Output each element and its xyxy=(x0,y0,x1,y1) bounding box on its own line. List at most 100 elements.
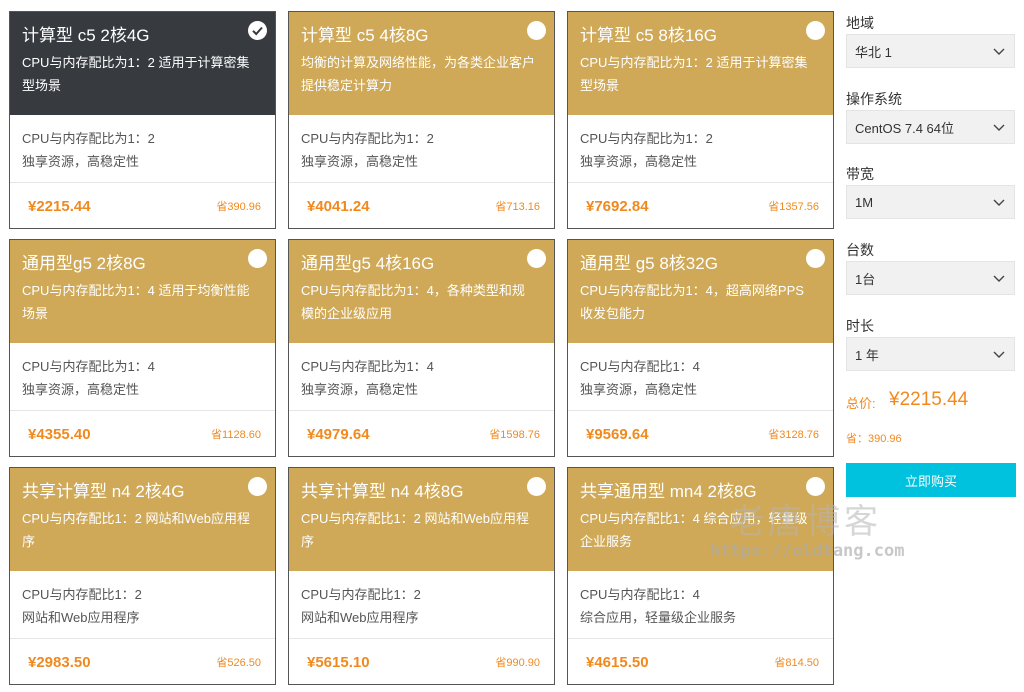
chevron-down-icon xyxy=(993,199,1005,206)
bandwidth-select[interactable]: 1M xyxy=(846,185,1015,219)
instance-card-g5-8c32g[interactable]: 通用型 g5 8核32G CPU与内存配比为1：4，超高网络PPS收发包能力 C… xyxy=(567,239,834,457)
card-saving: 省1598.76 xyxy=(489,429,540,441)
instance-card-c5-8c16g[interactable]: 计算型 c5 8核16G CPU与内存配比为1：2 适用于计算密集型场景 CPU… xyxy=(567,11,834,229)
instance-card-c5-4c8g[interactable]: 计算型 c5 4核8G 均衡的计算及网络性能，为各类企业客户提供稳定计算力 CP… xyxy=(288,11,555,229)
card-description: CPU与内存配比1：2 网站和Web应用程序 xyxy=(301,511,530,549)
os-value: CentOS 7.4 64位 xyxy=(855,120,954,136)
card-header: 计算型 c5 4核8G 均衡的计算及网络性能，为各类企业客户提供稳定计算力 xyxy=(289,12,554,115)
card-saving: 省814.50 xyxy=(774,657,819,669)
total-saving: 省：390.96 xyxy=(846,433,902,445)
card-title: 通用型g5 4核16G xyxy=(301,254,435,273)
card-footer: ¥7692.84 省1357.56 xyxy=(568,183,833,228)
instance-card-g5-2c8g[interactable]: 通用型g5 2核8G CPU与内存配比为1：4 适用于均衡性能场景 CPU与内存… xyxy=(9,239,276,457)
card-header: 共享计算型 n4 2核4G CPU与内存配比1：2 网站和Web应用程序 xyxy=(10,468,275,571)
bandwidth-label: 带宽 xyxy=(846,166,874,182)
card-spec-feature: 综合应用，轻量级企业服务 xyxy=(580,610,737,625)
card-header: 共享通用型 mn4 2核8G CPU与内存配比1：4 综合应用，轻量级企业服务 xyxy=(568,468,833,571)
circle-icon[interactable] xyxy=(527,477,546,496)
card-spec-ratio: CPU与内存配比为1：2 xyxy=(22,131,155,146)
card-specs: CPU与内存配比为1：4 独享资源，高稳定性 xyxy=(289,343,554,411)
card-description: CPU与内存配比1：4 综合应用，轻量级企业服务 xyxy=(580,511,808,549)
instance-card-g5-4c16g[interactable]: 通用型g5 4核16G CPU与内存配比为1：4，各种类型和规模的企业级应用 C… xyxy=(288,239,555,457)
card-spec-ratio: CPU与内存配比为1：2 xyxy=(580,131,713,146)
card-specs: CPU与内存配比为1：2 独享资源，高稳定性 xyxy=(289,115,554,183)
circle-icon[interactable] xyxy=(806,249,825,268)
card-footer: ¥2215.44 省390.96 xyxy=(10,183,275,228)
quantity-label: 台数 xyxy=(846,242,874,258)
card-footer: ¥5615.10 省990.90 xyxy=(289,639,554,684)
card-description: CPU与内存配比为1：4 适用于均衡性能场景 xyxy=(22,283,250,321)
card-spec-feature: 独享资源，高稳定性 xyxy=(22,382,140,397)
region-select[interactable]: 华北 1 xyxy=(846,34,1015,68)
check-circle-icon[interactable] xyxy=(248,21,267,40)
card-specs: CPU与内存配比为1：2 独享资源，高稳定性 xyxy=(568,115,833,183)
quantity-select[interactable]: 1台 xyxy=(846,261,1015,295)
card-price: ¥4979.64 xyxy=(307,425,370,443)
card-specs: CPU与内存配比为1：2 独享资源，高稳定性 xyxy=(10,115,275,183)
card-specs: CPU与内存配比1：2 网站和Web应用程序 xyxy=(289,571,554,639)
card-header: 通用型 g5 8核32G CPU与内存配比为1：4，超高网络PPS收发包能力 xyxy=(568,240,833,343)
card-spec-ratio: CPU与内存配比为1：2 xyxy=(301,131,434,146)
card-description: CPU与内存配比为1：2 适用于计算密集型场景 xyxy=(580,55,808,93)
os-select[interactable]: CentOS 7.4 64位 xyxy=(846,110,1015,144)
card-title: 共享计算型 n4 4核8G xyxy=(301,482,464,501)
card-header: 通用型g5 4核16G CPU与内存配比为1：4，各种类型和规模的企业级应用 xyxy=(289,240,554,343)
card-specs: CPU与内存配比为1：4 独享资源，高稳定性 xyxy=(10,343,275,411)
card-footer: ¥4979.64 省1598.76 xyxy=(289,411,554,456)
circle-icon[interactable] xyxy=(806,21,825,40)
card-header: 计算型 c5 2核4G CPU与内存配比为1：2 适用于计算密集型场景 xyxy=(10,12,275,115)
card-specs: CPU与内存配比1：4 综合应用，轻量级企业服务 xyxy=(568,571,833,639)
circle-icon[interactable] xyxy=(527,21,546,40)
circle-icon[interactable] xyxy=(248,477,267,496)
quantity-value: 1台 xyxy=(855,271,876,287)
card-footer: ¥4615.50 省814.50 xyxy=(568,639,833,684)
card-title: 共享通用型 mn4 2核8G xyxy=(580,482,757,501)
card-price: ¥9569.64 xyxy=(586,425,649,443)
card-price: ¥5615.10 xyxy=(307,653,370,671)
card-title: 通用型 g5 8核32G xyxy=(580,254,718,273)
card-saving: 省390.96 xyxy=(216,201,261,213)
duration-select[interactable]: 1 年 xyxy=(846,337,1015,371)
card-spec-ratio: CPU与内存配比1：4 xyxy=(580,587,700,602)
card-specs: CPU与内存配比1：2 网站和Web应用程序 xyxy=(10,571,275,639)
card-description: CPU与内存配比为1：4，超高网络PPS收发包能力 xyxy=(580,283,804,321)
instance-card-c5-2c4g[interactable]: 计算型 c5 2核4G CPU与内存配比为1：2 适用于计算密集型场景 CPU与… xyxy=(9,11,276,229)
circle-icon[interactable] xyxy=(248,249,267,268)
chevron-down-icon xyxy=(993,48,1005,55)
card-description: CPU与内存配比1：2 网站和Web应用程序 xyxy=(22,511,251,549)
chevron-down-icon xyxy=(993,124,1005,131)
card-price: ¥4041.24 xyxy=(307,197,370,215)
card-footer: ¥9569.64 省3128.76 xyxy=(568,411,833,456)
card-spec-feature: 独享资源，高稳定性 xyxy=(580,154,698,169)
chevron-down-icon xyxy=(993,275,1005,282)
card-spec-ratio: CPU与内存配比为1：4 xyxy=(301,359,434,374)
card-header: 通用型g5 2核8G CPU与内存配比为1：4 适用于均衡性能场景 xyxy=(10,240,275,343)
card-description: CPU与内存配比为1：2 适用于计算密集型场景 xyxy=(22,55,250,93)
card-specs: CPU与内存配比1：4 独享资源，高稳定性 xyxy=(568,343,833,411)
card-footer: ¥4041.24 省713.16 xyxy=(289,183,554,228)
instance-card-n4-2c4g[interactable]: 共享计算型 n4 2核4G CPU与内存配比1：2 网站和Web应用程序 CPU… xyxy=(9,467,276,685)
card-description: 均衡的计算及网络性能，为各类企业客户提供稳定计算力 xyxy=(301,55,536,93)
card-spec-feature: 独享资源，高稳定性 xyxy=(580,382,698,397)
instance-card-n4-4c8g[interactable]: 共享计算型 n4 4核8G CPU与内存配比1：2 网站和Web应用程序 CPU… xyxy=(288,467,555,685)
instance-card-mn4-2c8g[interactable]: 共享通用型 mn4 2核8G CPU与内存配比1：4 综合应用，轻量级企业服务 … xyxy=(567,467,834,685)
card-header: 共享计算型 n4 4核8G CPU与内存配比1：2 网站和Web应用程序 xyxy=(289,468,554,571)
buy-now-button[interactable]: 立即购买 xyxy=(846,463,1016,497)
card-saving: 省713.16 xyxy=(495,201,540,213)
circle-icon[interactable] xyxy=(806,477,825,496)
card-title: 通用型g5 2核8G xyxy=(22,254,146,273)
card-title: 计算型 c5 2核4G xyxy=(22,26,150,45)
card-saving: 省3128.76 xyxy=(768,429,819,441)
card-saving: 省1128.60 xyxy=(211,429,261,441)
card-spec-feature: 独享资源，高稳定性 xyxy=(22,154,140,169)
card-saving: 省1357.56 xyxy=(768,201,819,213)
circle-icon[interactable] xyxy=(527,249,546,268)
bandwidth-value: 1M xyxy=(855,194,874,210)
card-header: 计算型 c5 8核16G CPU与内存配比为1：2 适用于计算密集型场景 xyxy=(568,12,833,115)
card-spec-ratio: CPU与内存配比1：4 xyxy=(580,359,700,374)
card-spec-feature: 独享资源，高稳定性 xyxy=(301,154,419,169)
os-label: 操作系统 xyxy=(846,91,902,107)
card-title: 共享计算型 n4 2核4G xyxy=(22,482,185,501)
card-description: CPU与内存配比为1：4，各种类型和规模的企业级应用 xyxy=(301,283,525,321)
card-price: ¥4615.50 xyxy=(586,653,649,671)
